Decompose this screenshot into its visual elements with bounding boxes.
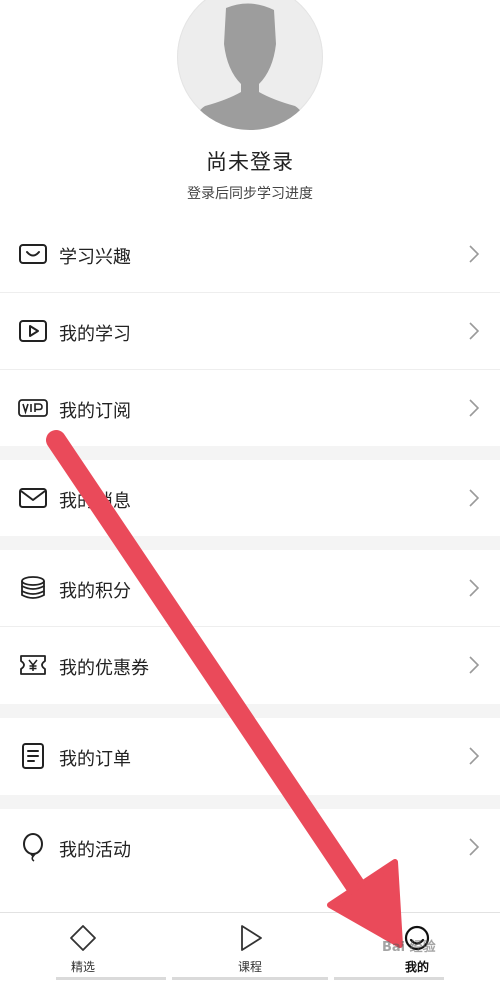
coins-icon [21,576,45,599]
menu-label-points: 我的积分 [59,581,131,602]
interest-icon [19,244,47,264]
section-gap [0,704,500,718]
default-avatar-icon [193,3,307,130]
login-status-subtitle: 登录后同步学习进度 [187,186,313,202]
menu-label-messages: 我的消息 [59,491,131,512]
tab-courses[interactable]: 课程 [167,913,333,982]
tab-label-courses: 课程 [237,960,262,974]
menu-item-coupons[interactable]: 我的优惠券 [0,627,500,704]
menu-label-subscriptions: 我的订阅 [59,401,131,422]
diamond-icon [70,925,96,951]
play-triangle-icon [241,925,262,951]
menu-label-orders: 我的订单 [59,749,131,770]
menu-label-coupons: 我的优惠券 [59,658,149,679]
watermark-text: Bai 经验 [382,940,436,955]
chevron-right-icon [469,489,480,507]
chevron-right-icon [469,245,480,263]
menu-item-interests[interactable]: 学习兴趣 [0,216,500,292]
menu-item-points[interactable]: 我的积分 [0,550,500,626]
chevron-right-icon [469,747,480,765]
chevron-right-icon [469,656,480,674]
menu-item-orders[interactable]: 我的订单 [0,718,500,795]
menu-item-learning[interactable]: 我的学习 [0,293,500,369]
menu-label-interests: 学习兴趣 [59,247,131,268]
tab-indicator [172,977,328,980]
tab-indicator [56,977,166,980]
section-gap [0,536,500,550]
tab-indicator [334,977,444,980]
menu-label-activities: 我的活动 [59,840,131,861]
profile-header: 尚未登录 登录后同步学习进度 [0,0,500,216]
balloon-icon [23,833,43,862]
play-icon [19,320,47,342]
vip-icon [18,399,48,417]
chevron-right-icon [469,322,480,340]
chevron-right-icon [469,399,480,417]
menu-label-learning: 我的学习 [59,324,131,345]
order-list-icon [22,743,44,769]
menu-item-subscriptions[interactable]: 我的订阅 [0,370,500,446]
chevron-right-icon [469,838,480,856]
section-gap [0,795,500,809]
chevron-right-icon [469,579,480,597]
avatar[interactable] [177,0,323,130]
mail-icon [19,488,47,508]
login-status-title[interactable]: 尚未登录 [0,146,500,176]
tab-label-featured: 精选 [70,960,95,974]
tab-label-mine: 我的 [404,960,429,974]
menu-item-activities[interactable]: 我的活动 [0,809,500,885]
coupon-icon [20,655,46,675]
menu-item-messages[interactable]: 我的消息 [0,460,500,536]
tab-featured[interactable]: 精选 [0,913,166,982]
section-gap [0,446,500,460]
